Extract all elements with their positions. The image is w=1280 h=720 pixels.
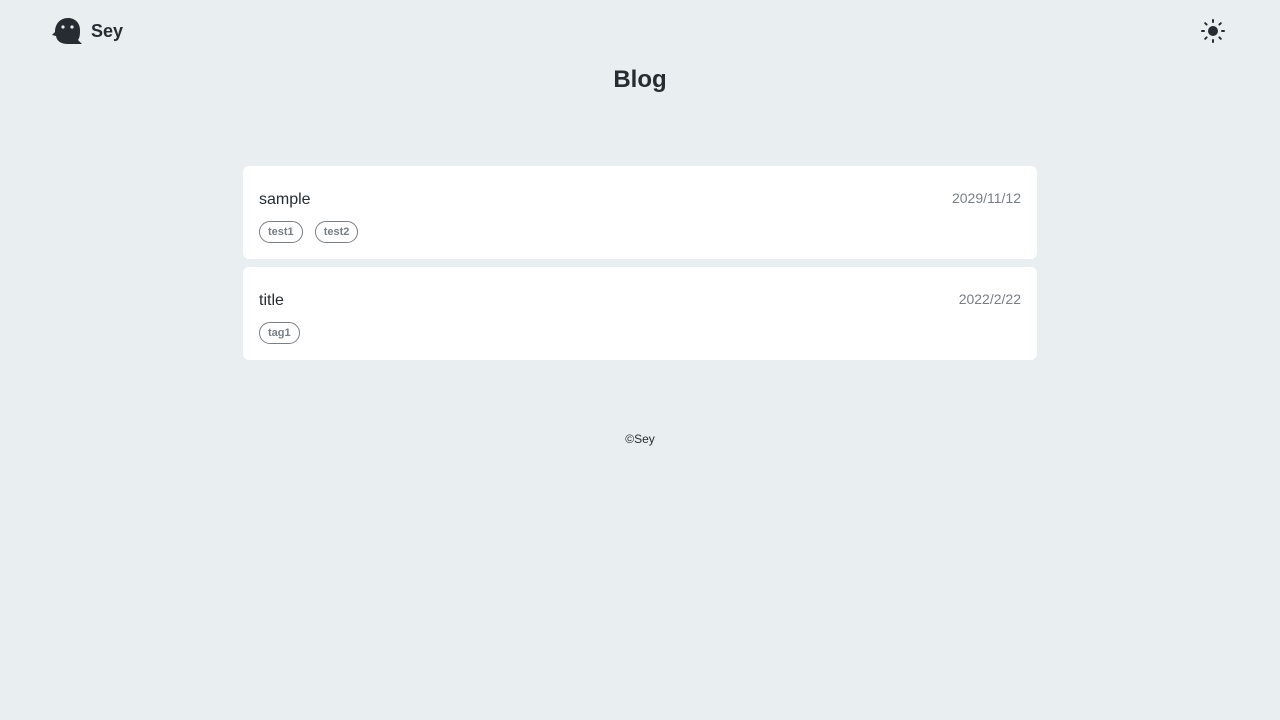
post-date: 2029/11/12 [951, 190, 1021, 206]
tag-chip[interactable]: test2 [314, 221, 359, 243]
theme-toggle-button[interactable] [1200, 18, 1226, 44]
site-header: Sey [0, 0, 1280, 62]
sun-icon [1200, 19, 1226, 47]
post-date: 2022/2/22 [958, 291, 1021, 307]
post-card[interactable]: sample 2029/11/12 test1 test2 [243, 166, 1037, 259]
tag-list: test1 test2 [259, 221, 370, 243]
post-title[interactable]: title [259, 291, 284, 311]
tag-chip[interactable]: tag1 [259, 322, 300, 344]
ghost-icon [52, 16, 84, 46]
site-name: Sey [91, 21, 124, 41]
post-title[interactable]: sample [259, 190, 311, 210]
tag-list: tag1 [259, 322, 312, 344]
post-list: sample 2029/11/12 test1 test2 title 2022… [243, 166, 1037, 368]
home-link[interactable]: Sey [52, 16, 123, 46]
post-card[interactable]: title 2022/2/22 tag1 [243, 267, 1037, 360]
tag-chip[interactable]: test1 [259, 221, 303, 243]
page-title: Blog [613, 66, 667, 93]
footer-copyright: ©Sey [625, 432, 655, 446]
